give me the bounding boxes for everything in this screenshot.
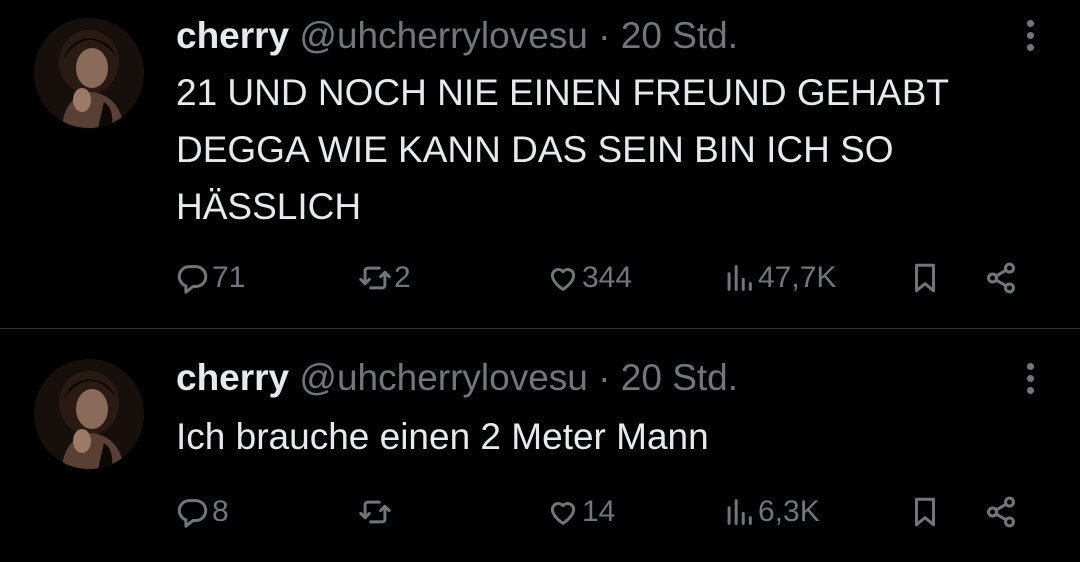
retweet-count: 2 bbox=[394, 261, 411, 294]
reply-count: 71 bbox=[212, 261, 246, 294]
tweet[interactable]: cherry @uhcherrylovesu · 20 Std. Ich bra… bbox=[0, 329, 1080, 562]
share-icon bbox=[987, 262, 1015, 294]
avatar-photo bbox=[34, 18, 144, 128]
retweet-icon bbox=[359, 500, 391, 524]
views-button[interactable]: 47,7K bbox=[722, 256, 836, 300]
like-button[interactable]: 344 bbox=[546, 256, 632, 300]
share-button[interactable] bbox=[984, 256, 1018, 300]
retweet-button[interactable] bbox=[358, 490, 394, 534]
views-button[interactable]: 6,3K bbox=[722, 490, 820, 534]
reply-count: 8 bbox=[212, 495, 229, 528]
like-button[interactable]: 14 bbox=[546, 490, 615, 534]
action-bar: 8 14 6,3K bbox=[176, 490, 1036, 534]
heart-icon bbox=[550, 268, 576, 291]
retweet-button[interactable]: 2 bbox=[358, 256, 411, 300]
user-handle[interactable]: @uhcherrylovesu bbox=[299, 357, 587, 398]
tweet-text: Ich brauche einen 2 Meter Mann bbox=[176, 416, 709, 457]
reply-button[interactable]: 8 bbox=[176, 490, 229, 534]
bookmark-icon bbox=[915, 263, 935, 293]
tweet-text: 21 UND NOCH NIE EINEN FREUND GEHABT DEGG… bbox=[176, 72, 949, 227]
separator-dot: · bbox=[598, 15, 611, 56]
more-icon[interactable] bbox=[1024, 363, 1036, 399]
avatar[interactable] bbox=[34, 359, 144, 469]
like-count: 344 bbox=[582, 261, 633, 294]
tweet-header: cherry @uhcherrylovesu · 20 Std. bbox=[176, 356, 738, 400]
action-bar: 71 2 344 47,7K bbox=[176, 256, 1036, 300]
timestamp[interactable]: 20 Std. bbox=[621, 15, 738, 56]
views-count: 6,3K bbox=[758, 495, 820, 528]
more-icon[interactable] bbox=[1024, 20, 1036, 56]
views-icon bbox=[727, 265, 752, 291]
heart-icon bbox=[550, 502, 576, 525]
user-handle[interactable]: @uhcherrylovesu bbox=[299, 15, 587, 56]
reply-icon bbox=[177, 499, 208, 528]
avatar-photo bbox=[34, 359, 144, 469]
separator-dot: · bbox=[598, 357, 611, 398]
avatar[interactable] bbox=[34, 18, 144, 128]
share-icon bbox=[987, 496, 1015, 528]
tweet-header: cherry @uhcherrylovesu · 20 Std. bbox=[176, 14, 738, 58]
bookmark-icon bbox=[915, 497, 935, 527]
views-icon bbox=[727, 499, 752, 525]
share-button[interactable] bbox=[984, 490, 1018, 534]
bookmark-button[interactable] bbox=[908, 490, 942, 534]
reply-icon bbox=[177, 265, 208, 294]
retweet-icon bbox=[359, 266, 391, 290]
reply-button[interactable]: 71 bbox=[176, 256, 245, 300]
tweet[interactable]: cherry @uhcherrylovesu · 20 Std. 21 UND … bbox=[0, 0, 1080, 329]
timestamp[interactable]: 20 Std. bbox=[621, 357, 738, 398]
display-name[interactable]: cherry bbox=[176, 15, 289, 56]
display-name[interactable]: cherry bbox=[176, 357, 289, 398]
views-count: 47,7K bbox=[758, 261, 837, 294]
bookmark-button[interactable] bbox=[908, 256, 942, 300]
like-count: 14 bbox=[582, 495, 616, 528]
